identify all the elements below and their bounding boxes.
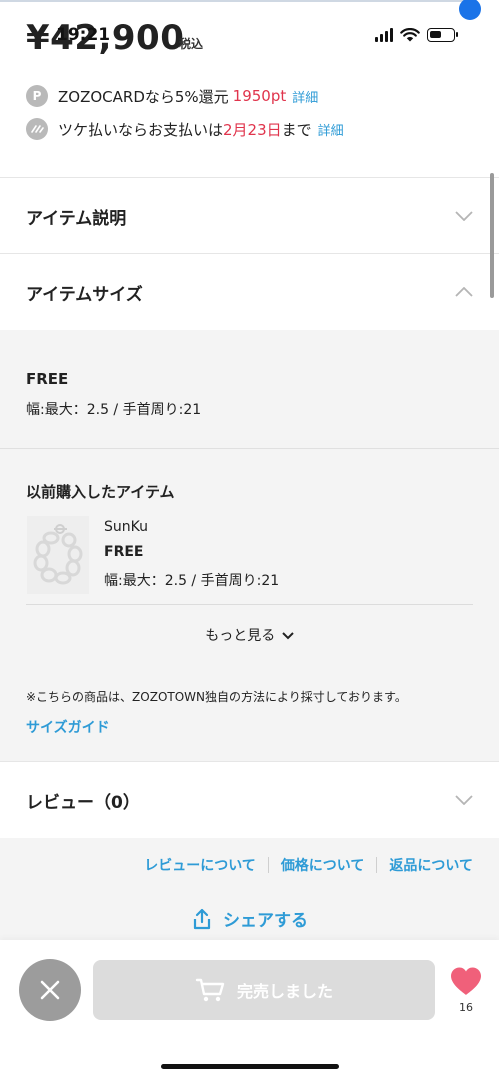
close-button[interactable]: [19, 959, 81, 1021]
tsuke-text: ツケ払いならお支払いは: [58, 120, 224, 139]
bracelet-image: [27, 516, 89, 594]
previous-item-brand[interactable]: SunKu: [104, 519, 148, 535]
zozocard-points-row: P ZOZOCARDなら5%還元 1950pt 詳細: [26, 85, 318, 107]
link-divider: [376, 857, 378, 873]
show-more-button[interactable]: もっと見る: [0, 625, 499, 645]
divider: [26, 604, 473, 605]
sold-out-button[interactable]: 完売しました: [93, 960, 435, 1020]
share-icon: [193, 908, 211, 929]
chevron-up-icon: [455, 287, 473, 297]
tsuke-date: 2月23日: [223, 120, 282, 139]
size-label: FREE: [26, 370, 69, 388]
accordion-title: レビュー（0）: [26, 792, 140, 813]
divider: [0, 448, 499, 449]
battery-icon: [427, 28, 458, 42]
previous-purchase-title: 以前購入したアイテム: [26, 483, 175, 501]
link-about-reviews[interactable]: レビューについて: [144, 855, 256, 875]
link-about-returns[interactable]: 返品について: [389, 855, 473, 875]
measurement-note: ※こちらの商品は、ZOZOTOWN独自の方法により採寸しております。: [26, 690, 407, 704]
cellular-signal-icon: [375, 28, 393, 42]
price-tax-label: 税込: [179, 37, 204, 51]
accordion-review[interactable]: レビュー（0）: [0, 762, 499, 838]
accordion-title: アイテムサイズ: [26, 284, 143, 305]
tsuke-detail-link[interactable]: 詳細: [318, 120, 344, 139]
points-text: ZOZOCARDなら5%還元: [58, 87, 229, 106]
wifi-icon: [400, 28, 420, 42]
tsuke-payment-row: ツケ払いならお支払いは 2月23日 まで 詳細: [26, 118, 344, 140]
link-divider: [267, 857, 269, 873]
favorite-count: 16: [459, 1001, 473, 1014]
close-icon: [40, 980, 60, 1000]
link-about-prices[interactable]: 価格について: [281, 855, 365, 875]
tsuke-text-after: まで: [281, 120, 312, 139]
points-value: 1950pt: [232, 87, 287, 105]
share-label: シェアする: [223, 911, 308, 931]
sold-out-label: 完売しました: [236, 982, 333, 1001]
previous-item-image[interactable]: [27, 516, 89, 594]
home-indicator[interactable]: [161, 1064, 339, 1069]
accordion-item-size[interactable]: アイテムサイズ: [0, 254, 499, 330]
scrollbar[interactable]: [490, 173, 494, 298]
previous-item-measurements: 幅:最大：2.5 / 手首周り:21: [104, 573, 280, 589]
points-detail-link[interactable]: 詳細: [292, 87, 318, 106]
accordion-title: アイテム説明: [26, 208, 127, 229]
favorite-heart-icon[interactable]: [449, 966, 483, 996]
status-icons: [375, 28, 458, 42]
footer-links: レビューについて 価格について 返品について: [144, 855, 473, 875]
previous-item-size: FREE: [104, 544, 144, 560]
share-button[interactable]: シェアする: [0, 906, 499, 931]
top-progress-dot: [459, 0, 481, 20]
status-time: 19:21: [56, 25, 111, 45]
accordion-item-description[interactable]: アイテム説明: [0, 178, 499, 254]
chevron-down-icon: [455, 795, 473, 805]
size-measurements: 幅:最大：2.5 / 手首周り:21: [26, 402, 202, 418]
points-icon: P: [26, 85, 48, 107]
show-more-label: もっと見る: [205, 628, 276, 644]
cart-icon: [195, 978, 225, 1002]
size-guide-link[interactable]: サイズガイド: [26, 717, 110, 737]
top-progress-line: [0, 0, 466, 2]
product-page: ¥42,900 税込 19:21 P ZOZOCARDなら5%還元 1950pt…: [0, 0, 499, 1080]
tsuke-icon: [26, 118, 48, 140]
chevron-down-icon: [282, 632, 294, 640]
chevron-down-icon: [455, 211, 473, 221]
